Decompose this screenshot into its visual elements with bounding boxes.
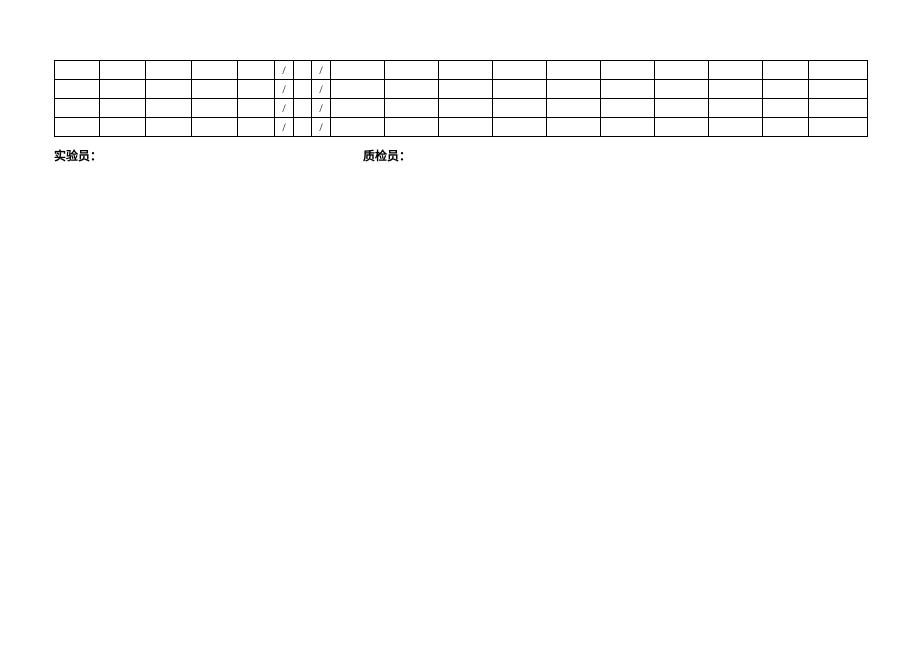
cell	[55, 61, 100, 80]
tester-label: 实验员：	[54, 147, 102, 164]
cell	[763, 61, 809, 80]
cell	[55, 118, 100, 137]
cell	[493, 61, 547, 80]
cell	[331, 118, 385, 137]
cell	[55, 80, 100, 99]
cell	[655, 61, 709, 80]
inspector-label: 质检员：	[363, 147, 411, 164]
cell	[100, 80, 146, 99]
cell	[385, 118, 439, 137]
cell	[192, 99, 238, 118]
cell	[192, 118, 238, 137]
cell: /	[312, 80, 331, 99]
cell	[809, 118, 868, 137]
cell	[601, 80, 655, 99]
cell	[709, 61, 763, 80]
cell	[547, 61, 601, 80]
cell	[493, 118, 547, 137]
cell	[331, 80, 385, 99]
cell	[709, 80, 763, 99]
cell	[547, 118, 601, 137]
cell	[601, 99, 655, 118]
cell	[146, 99, 192, 118]
cell	[146, 118, 192, 137]
cell	[385, 99, 439, 118]
cell	[547, 99, 601, 118]
cell	[100, 118, 146, 137]
cell	[146, 61, 192, 80]
cell	[493, 80, 547, 99]
cell	[763, 80, 809, 99]
cell	[192, 80, 238, 99]
cell	[439, 61, 493, 80]
cell	[655, 80, 709, 99]
cell	[294, 80, 312, 99]
cell: /	[275, 61, 294, 80]
cell	[55, 99, 100, 118]
cell	[709, 99, 763, 118]
cell: /	[275, 99, 294, 118]
cell	[709, 118, 763, 137]
cell	[238, 118, 275, 137]
cell	[547, 80, 601, 99]
cell: /	[275, 118, 294, 137]
cell	[493, 99, 547, 118]
table: / / / /	[54, 60, 868, 137]
cell: /	[312, 99, 331, 118]
cell	[192, 61, 238, 80]
cell	[238, 61, 275, 80]
cell	[294, 118, 312, 137]
cell	[100, 99, 146, 118]
cell: /	[312, 118, 331, 137]
cell	[331, 61, 385, 80]
cell	[238, 99, 275, 118]
cell	[763, 118, 809, 137]
table-row: / /	[55, 61, 868, 80]
cell: /	[275, 80, 294, 99]
cell	[385, 80, 439, 99]
cell	[146, 80, 192, 99]
cell	[809, 99, 868, 118]
cell: /	[312, 61, 331, 80]
cell	[439, 99, 493, 118]
cell	[294, 61, 312, 80]
cell	[763, 99, 809, 118]
cell	[601, 61, 655, 80]
cell	[601, 118, 655, 137]
cell	[809, 61, 868, 80]
cell	[655, 118, 709, 137]
cell	[238, 80, 275, 99]
cell	[809, 80, 868, 99]
cell	[294, 99, 312, 118]
table-row: / /	[55, 118, 868, 137]
data-table: / / / /	[54, 60, 867, 137]
cell	[385, 61, 439, 80]
cell	[439, 80, 493, 99]
cell	[655, 99, 709, 118]
cell	[439, 118, 493, 137]
cell	[100, 61, 146, 80]
table-row: / /	[55, 99, 868, 118]
cell	[331, 99, 385, 118]
table-row: / /	[55, 80, 868, 99]
